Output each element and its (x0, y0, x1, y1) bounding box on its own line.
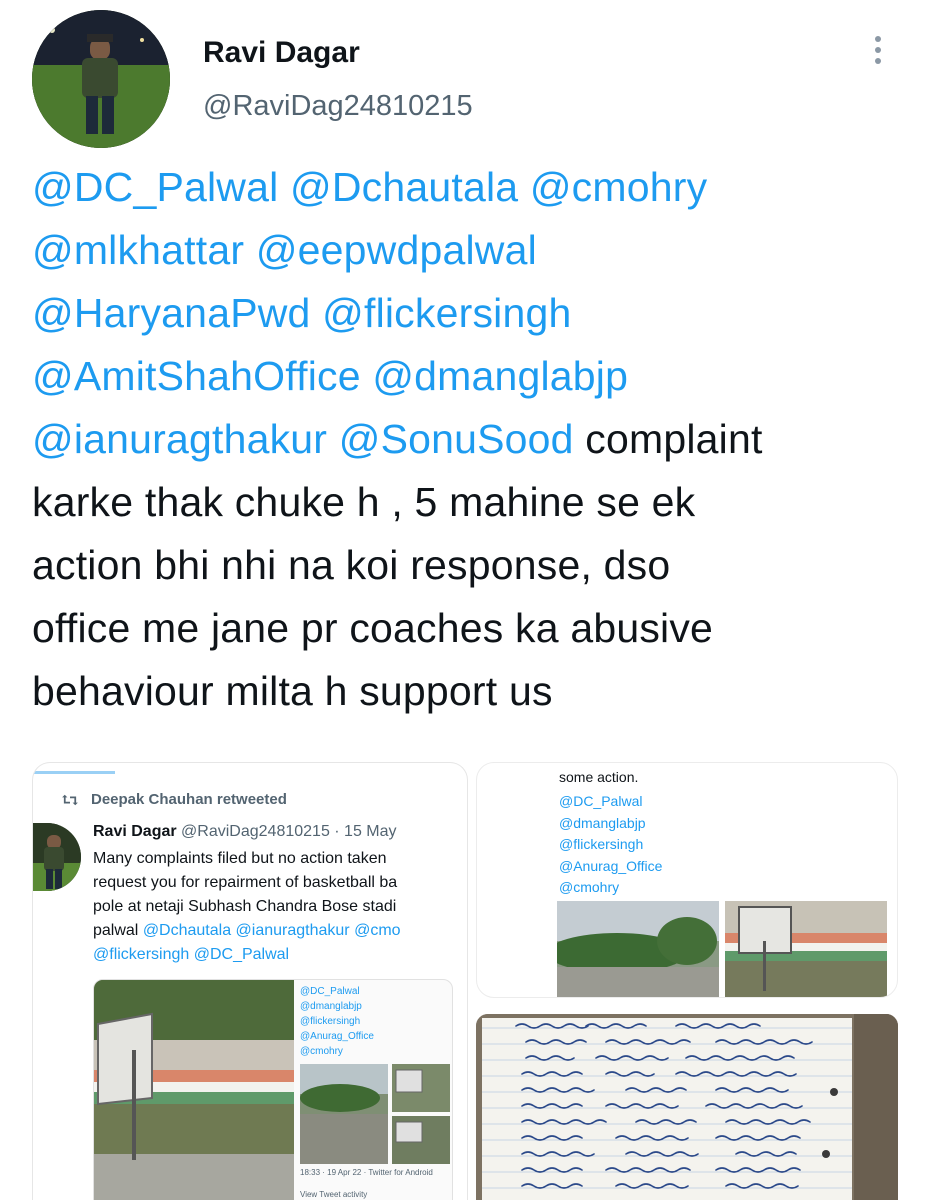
m2-mention: @DC_Palwal (559, 793, 643, 809)
retweet-text-line: palwal @Dchautala @ianuragthakur @cmo (93, 919, 467, 943)
mention-link[interactable]: @SonuSood (339, 416, 574, 462)
author-display-name[interactable]: Ravi Dagar (203, 36, 360, 70)
card-mention: @cmohry (300, 1046, 343, 1057)
retweet-text-line: request you for repairment of basketball… (93, 874, 398, 891)
tweet-body-text: office me jane pr coaches ka abusive (32, 605, 714, 651)
tweet-line-2: @mlkhattar @eepwdpalwal (32, 219, 912, 282)
more-vertical-icon[interactable] (868, 32, 888, 70)
retweet-author-handle-date: @RaviDag24810215 · 15 May (181, 823, 397, 840)
embedded-screenshot: @DC_Palwal @dmanglabjp @flickersingh @An… (93, 979, 453, 1200)
mention-link[interactable]: @mlkhattar (32, 227, 244, 273)
card-mention: @Anurag_Office (300, 1031, 374, 1042)
avatar (33, 823, 81, 891)
retweet-mentions: @flickersingh @DC_Palwal (93, 946, 290, 963)
card-mention: @DC_Palwal (300, 986, 360, 997)
retweet-author: Ravi Dagar @RaviDag24810215 · 15 May (93, 823, 397, 841)
mention-link[interactable]: @dmanglabjp (372, 353, 628, 399)
retweet-icon (61, 793, 79, 807)
m2-mention: @flickersingh (559, 836, 644, 852)
m2-mention: @cmohry (559, 879, 620, 895)
retweet-label: Deepak Chauhan retweeted (91, 791, 287, 808)
m2-mention: @dmanglabjp (559, 814, 646, 831)
mention-link[interactable]: @Dchautala (290, 164, 518, 210)
media-image-2[interactable]: some action. @DC_Palwal @dmanglabjp @fli… (476, 762, 898, 998)
mention-link[interactable]: @ianuragthakur (32, 416, 327, 462)
card-mention: @flickersingh (300, 1016, 361, 1027)
author-handle[interactable]: @RaviDag24810215 (203, 90, 473, 123)
tweet-line-4: @AmitShahOffice @dmanglabjp (32, 345, 912, 408)
avatar-photo (32, 10, 170, 148)
mention-link[interactable]: @flickersingh (322, 290, 571, 336)
tweet-text: @DC_Palwal @Dchautala @cmohry @mlkhattar… (32, 156, 912, 723)
basketball-pole-photo (94, 980, 294, 1200)
tweet-line-1: @DC_Palwal @Dchautala @cmohry (32, 156, 912, 219)
card-mentions: @DC_Palwal @dmanglabjp @flickersingh @An… (300, 984, 374, 1059)
mention-link[interactable]: @eepwdpalwal (256, 227, 537, 273)
card-meta: 18:33 · 19 Apr 22 · Twitter for Android (300, 1168, 433, 1177)
card-activity: View Tweet activity (300, 1190, 368, 1199)
mention-link[interactable]: @cmohry (530, 164, 707, 210)
m2-mentions: @DC_Palwal @dmanglabjp @flickersingh @An… (559, 791, 662, 899)
tweet-body-text: complaint (585, 416, 763, 462)
tweet-body-text: karke thak chuke h , 5 mahine se ek (32, 479, 696, 525)
mention-link[interactable]: @AmitShahOffice (32, 353, 361, 399)
divider (33, 771, 115, 774)
retweet-text-fragment: palwal (93, 922, 139, 939)
retweet-mentions: @Dchautala @ianuragthakur @cmo (142, 922, 401, 939)
author-avatar[interactable] (32, 10, 170, 148)
retweet-author-name: Ravi Dagar (93, 823, 177, 840)
mention-link[interactable]: @HaryanaPwd (32, 290, 311, 336)
tweet-line-5: @ianuragthakur @SonuSood complaint (32, 408, 912, 471)
media-image-1[interactable]: Deepak Chauhan retweeted Ravi Dagar @Rav… (32, 762, 468, 1200)
tweet-line-3: @HaryanaPwd @flickersingh (32, 282, 912, 345)
media-image-3-handwritten-letter[interactable] (476, 1014, 898, 1200)
card-mention: @dmanglabjp (300, 1001, 362, 1012)
m2-photos (547, 901, 887, 997)
m2-text: some action. (559, 769, 639, 785)
retweet-text-line: Many complaints filed but no action take… (93, 850, 387, 867)
card-thumbnails (300, 1064, 450, 1164)
tweet-body-text: action bhi nhi na koi response, dso (32, 542, 671, 588)
retweet-text: Many complaints filed but no action take… (93, 847, 467, 967)
mention-link[interactable]: @DC_Palwal (32, 164, 278, 210)
m2-mention: @Anurag_Office (559, 857, 663, 874)
tweet-body-text: behaviour milta h support us (32, 668, 553, 714)
retweet-text-line: pole at netaji Subhash Chandra Bose stad… (93, 898, 397, 915)
